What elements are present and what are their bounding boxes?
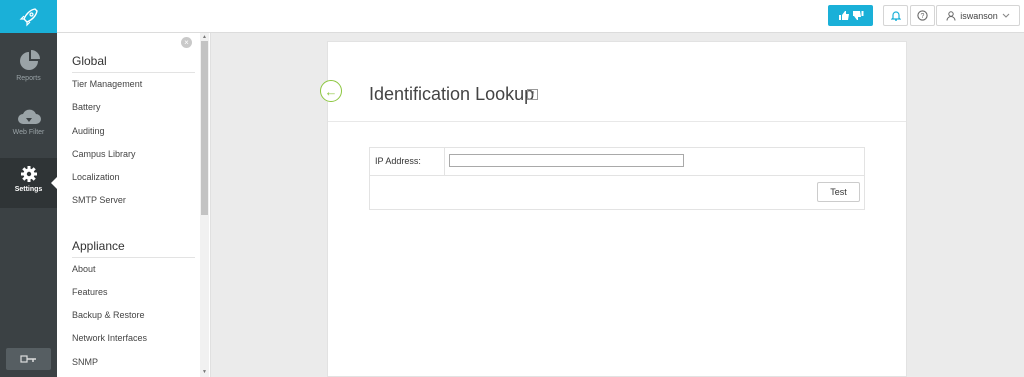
nav-section-heading: Appliance [72,239,195,258]
help-button[interactable]: ? [910,5,935,26]
divider [328,121,906,122]
bell-icon [890,11,901,21]
rail-item-label: Settings [14,186,43,193]
lookup-form: IP Address: Test [369,147,865,210]
test-button[interactable]: Test [817,182,860,202]
close-icon[interactable]: × [181,37,192,48]
nav-scrollbar-thumb[interactable] [201,41,208,215]
rail-item-reports[interactable]: Reports [0,50,57,82]
user-icon [946,10,956,21]
nav-item-smtp-server[interactable]: SMTP Server [72,195,126,205]
ip-address-input[interactable] [449,154,684,167]
nav-item-localization[interactable]: Localization [72,172,120,182]
page-title: Identification Lookup [369,84,535,104]
rocket-logo-icon[interactable] [0,0,57,33]
nav-item-battery[interactable]: Battery [72,102,101,112]
top-bar: ? iswanson [57,0,1024,33]
chevron-down-icon [1002,13,1010,18]
rail-item-label: Reports [16,75,41,82]
logout-icon [19,355,36,363]
question-icon: ? [917,10,928,21]
nav-item-campus-library[interactable]: Campus Library [72,149,136,159]
notifications-button[interactable] [883,5,908,26]
rail-item-settings[interactable]: Settings [0,158,57,208]
nav-item-network-interfaces[interactable]: Network Interfaces [72,333,147,343]
feedback-button[interactable] [828,5,873,26]
username: iswanson [960,10,998,21]
back-button[interactable]: ← [320,80,342,102]
nav-section-heading: Global [72,54,195,73]
logout-button[interactable] [6,348,51,370]
main-rail: Reports Web Filter Settings [0,0,57,377]
thumbs-up-down-icon [838,11,863,20]
nav-item-tier-management[interactable]: Tier Management [72,79,142,89]
settings-nav: × Global Tier Management Battery Auditin… [57,33,211,377]
user-menu-button[interactable]: iswanson [936,5,1020,26]
ip-address-label: IP Address: [375,156,421,166]
nav-item-snmp[interactable]: SNMP [72,357,98,367]
rail-item-label: Web Filter [12,129,45,136]
nav-item-about[interactable]: About [72,264,96,274]
gear-icon [20,166,37,182]
cloud-filter-icon [17,109,41,124]
nav-item-features[interactable]: Features [72,287,108,297]
back-arrow-icon: ← [324,83,338,99]
scroll-up-arrow-icon[interactable]: ▲ [201,34,208,40]
nav-item-backup-restore[interactable]: Backup & Restore [72,310,145,320]
divider [444,148,445,175]
nav-item-auditing[interactable]: Auditing [72,126,105,136]
form-row: IP Address: [370,148,864,176]
pie-chart-icon [19,50,40,70]
help-icon[interactable]: ? [527,89,538,100]
scroll-down-arrow-icon[interactable]: ▼ [201,369,208,375]
svg-text:?: ? [921,13,925,20]
rail-item-web-filter[interactable]: Web Filter [0,108,57,136]
